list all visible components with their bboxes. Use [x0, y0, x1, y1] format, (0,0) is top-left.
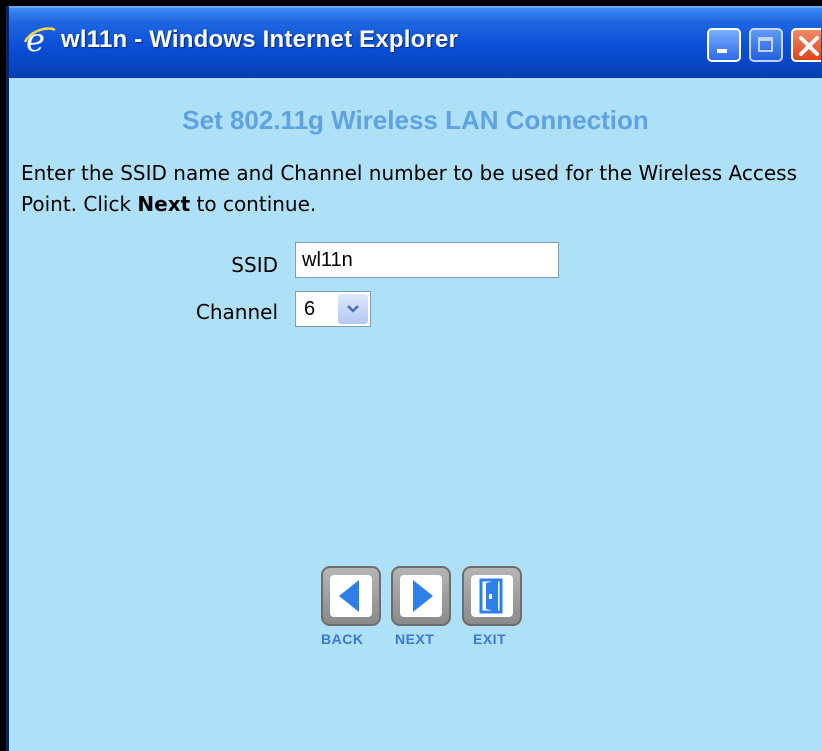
page-content: Set 802.11g Wireless LAN Connection Ente… — [9, 78, 822, 751]
svg-text:e: e — [26, 22, 45, 56]
next-arrow-icon — [413, 580, 433, 612]
window-title: wl11n - Windows Internet Explorer — [61, 26, 459, 53]
internet-explorer-icon: e — [23, 22, 56, 56]
back-label: BACK — [321, 631, 364, 647]
ssid-input[interactable] — [295, 242, 559, 278]
back-button[interactable] — [321, 566, 381, 626]
exit-button[interactable] — [462, 566, 522, 626]
close-icon — [799, 36, 819, 56]
title-bar[interactable]: e wl11n - Windows Internet Explorer — [9, 6, 822, 78]
maximize-button[interactable] — [749, 28, 783, 62]
exit-door-icon — [479, 578, 503, 614]
instructions-next-word: Next — [137, 192, 191, 216]
instructions-text: Enter the SSID name and Channel number t… — [21, 158, 811, 220]
instructions-part2: to continue. — [190, 192, 317, 216]
ssid-label: SSID — [231, 253, 278, 277]
close-button[interactable] — [791, 28, 821, 62]
chevron-down-icon — [347, 305, 359, 313]
browser-window: e wl11n - Windows Internet Explorer Set … — [6, 6, 822, 751]
back-arrow-icon — [339, 580, 359, 612]
exit-label: EXIT — [473, 631, 507, 647]
channel-select-value: 6 — [304, 298, 316, 320]
next-button[interactable] — [391, 566, 451, 626]
page-title: Set 802.11g Wireless LAN Connection — [182, 105, 649, 135]
channel-label: Channel — [195, 300, 278, 324]
next-label: NEXT — [395, 631, 435, 647]
channel-select[interactable]: 6 — [295, 291, 371, 327]
minimize-button[interactable] — [707, 28, 741, 62]
channel-dropdown-button[interactable] — [338, 294, 368, 324]
